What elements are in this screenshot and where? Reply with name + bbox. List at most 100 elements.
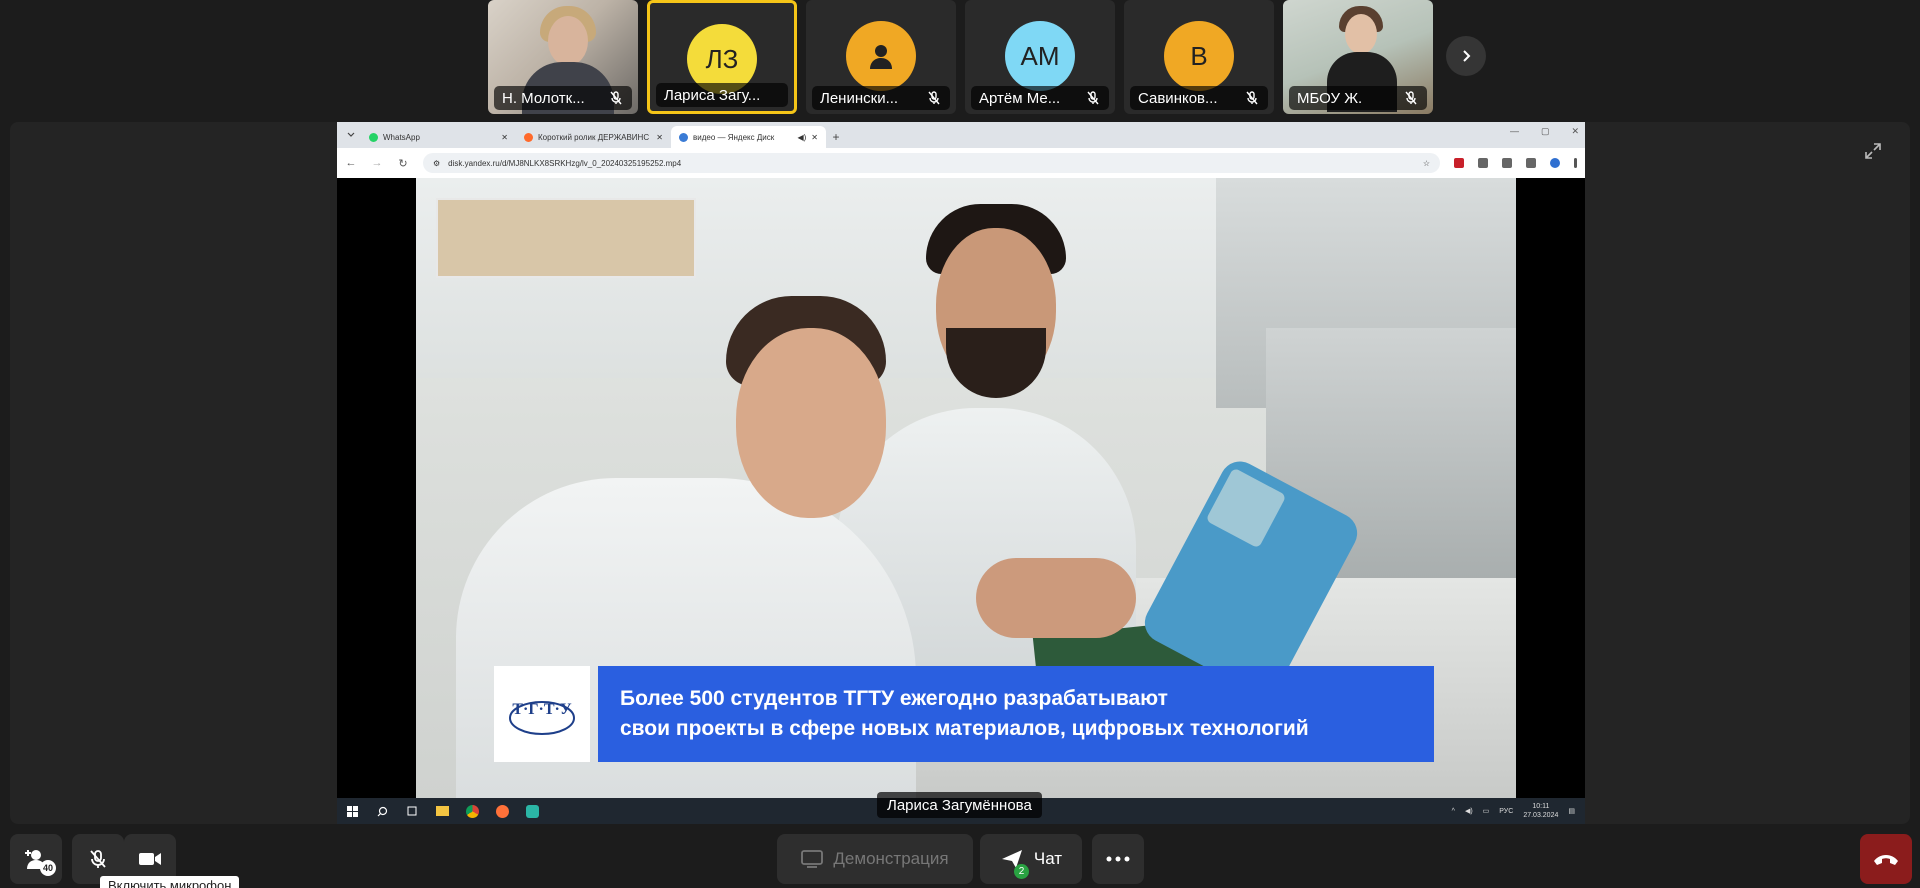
more-button[interactable] [1092,834,1144,884]
chevron-down-icon [347,132,355,137]
chrome-icon[interactable] [465,804,479,818]
screen-share: WhatsApp ✕ Короткий ролик ДЕРЖАВИНС ✕ ви… [337,122,1585,824]
user-icon [870,45,892,69]
next-participants-button[interactable] [1446,36,1486,76]
reload-icon[interactable]: ↻ [397,157,409,170]
participant-tile-active[interactable]: ЛЗ Лариса Загу... [647,0,797,114]
camera-icon [139,853,161,865]
language-indicator[interactable]: РУС [1499,808,1513,815]
clock[interactable]: 10:11 27.03.2024 [1523,802,1558,820]
participant-name-bar: МБОУ Ж. [1289,86,1427,110]
pdf-extension-icon[interactable] [1454,158,1464,168]
task-view-icon[interactable] [405,804,419,818]
participant-name: Н. Молотк... [502,89,585,107]
extensions-bar [1454,158,1577,168]
participant-name: Артём Ме... [979,89,1061,107]
participant-name: МБОУ Ж. [1297,89,1363,107]
main-stage: WhatsApp ✕ Короткий ролик ДЕРЖАВИНС ✕ ви… [10,122,1910,824]
extensions-icon[interactable] [1478,158,1488,168]
firefox-icon[interactable] [495,804,509,818]
participants-count-badge: 40 [40,860,56,876]
mic-off-icon [1405,91,1417,105]
tgtu-logo: Т·Г·Т·У [494,666,590,762]
avatar: В [1164,21,1234,91]
forward-icon[interactable]: → [371,157,383,169]
window-controls: — ▢ ✕ [1510,126,1579,137]
video-frame: Т·Г·Т·У Более 500 студентов ТГТУ ежегодн… [337,178,1585,798]
screen-share-label: Демонстрация [833,849,949,868]
volume-icon[interactable]: ◀) [1465,807,1473,815]
chevron-up-icon[interactable]: ^ [1452,808,1455,815]
windows-start-icon[interactable] [345,804,359,818]
video-caption: Т·Г·Т·У Более 500 студентов ТГТУ ежегодн… [494,666,1434,762]
browser-tab[interactable]: Короткий ролик ДЕРЖАВИНС ✕ [516,126,671,148]
close-icon[interactable]: ✕ [656,133,663,142]
caption-line: свои проекты в сфере новых материалов, ц… [620,717,1309,740]
tab-search-button[interactable] [341,125,361,145]
participant-name-bar: Артём Ме... [971,86,1109,110]
video-player[interactable]: Т·Г·Т·У Более 500 студентов ТГТУ ежегодн… [416,178,1516,798]
participant-name: Савинков... [1138,89,1218,107]
close-icon[interactable]: ✕ [811,133,818,142]
chat-button[interactable]: 2 Чат [980,834,1082,884]
expand-icon [1865,143,1881,159]
hang-up-icon [1874,855,1898,865]
screen-share-button[interactable]: Демонстрация [777,834,973,884]
participant-tile[interactable]: МБОУ Ж. [1283,0,1433,114]
svg-text:Т·Г·Т·У: Т·Г·Т·У [512,701,572,718]
tgtu-logo-icon: Т·Г·Т·У [509,701,575,735]
browser-addressbar: ← → ↻ ⚙ disk.yandex.ru/d/MJ8NLKX8SRKHzg/… [337,148,1585,178]
tab-title: видео — Яндекс Диск [693,132,775,142]
app-icon[interactable] [525,804,539,818]
maximize-icon[interactable]: ▢ [1541,126,1550,137]
participants-strip: Н. Молотк... ЛЗ Лариса Загу... Ленински.… [488,0,1433,115]
hang-up-button[interactable] [1860,834,1912,884]
mic-off-icon [1087,91,1099,105]
menu-icon[interactable] [1574,158,1577,168]
participant-name-bar: Лариса Загу... [656,83,788,107]
participant-tile[interactable]: В Савинков... [1124,0,1274,114]
file-explorer-icon[interactable] [435,804,449,818]
clock-date: 27.03.2024 [1523,812,1559,819]
url-text: disk.yandex.ru/d/MJ8NLKX8SRKHzg/lv_0_202… [448,158,682,168]
participant-tile[interactable]: Ленински... [806,0,956,114]
chevron-right-icon [1463,50,1471,62]
tab-title: WhatsApp [383,132,420,142]
participant-name: Ленински... [820,89,899,107]
caption-text: Более 500 студентов ТГТУ ежегодно разраб… [598,666,1434,762]
url-field[interactable]: ⚙ disk.yandex.ru/d/MJ8NLKX8SRKHzg/lv_0_2… [423,153,1440,173]
participant-name: Лариса Загу... [664,86,761,104]
participant-tile[interactable]: АМ Артём Ме... [965,0,1115,114]
mic-off-icon [928,91,940,105]
system-tray: ^ ◀) ▭ РУС 10:11 27.03.2024 ▤ [1452,798,1575,824]
close-icon[interactable]: ✕ [501,133,508,142]
browser-tab[interactable]: WhatsApp ✕ [361,126,516,148]
tab-title: Короткий ролик ДЕРЖАВИНС [538,132,650,142]
fullscreen-button[interactable] [1858,136,1888,166]
browser-tabbar: WhatsApp ✕ Короткий ролик ДЕРЖАВИНС ✕ ви… [337,122,1585,148]
profile-icon[interactable] [1550,158,1560,168]
network-icon[interactable]: ▭ [1483,807,1490,815]
microphone-tooltip: Включить микрофон [100,876,240,888]
site-settings-icon[interactable]: ⚙ [433,159,440,168]
mic-off-icon [90,850,106,868]
whatsapp-icon [369,132,378,142]
search-icon[interactable] [375,804,389,818]
minimize-icon[interactable]: — [1510,126,1519,137]
close-window-icon[interactable]: ✕ [1571,126,1579,137]
sidepanel-icon[interactable] [1526,158,1536,168]
back-icon[interactable]: ← [345,157,357,169]
conference-app: Н. Молотк... ЛЗ Лариса Загу... Ленински.… [0,0,1920,888]
media-icon[interactable] [1502,158,1512,168]
star-icon[interactable]: ☆ [1423,159,1430,168]
yandex-disk-icon [679,132,688,142]
invite-participants-button[interactable]: 40 [10,834,62,884]
chat-unread-badge: 2 [1014,864,1029,879]
new-tab-button[interactable]: + [826,126,846,148]
participant-name-bar: Ленински... [812,86,950,110]
participant-tile[interactable]: Н. Молотк... [488,0,638,114]
notifications-icon[interactable]: ▤ [1568,807,1575,815]
browser-tab-active[interactable]: видео — Яндекс Диск ◀) ✕ [671,126,826,148]
audio-icon: ◀) [797,132,807,142]
avatar: АМ [1005,21,1075,91]
